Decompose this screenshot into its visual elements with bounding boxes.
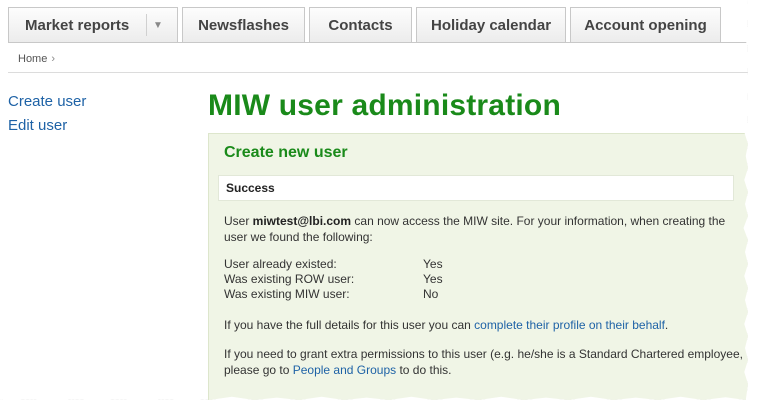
profile-prefix: If you have the full details for this us…: [224, 318, 475, 332]
detail-label: Was existing MIW user:: [224, 287, 350, 301]
detail-value: No: [423, 287, 439, 301]
tab-newsflashes[interactable]: Newsflashes: [182, 7, 305, 42]
people-and-groups-link[interactable]: People and Groups: [293, 363, 396, 377]
tab-holiday-calendar[interactable]: Holiday calendar: [416, 7, 566, 42]
detail-row: Was existing ROW user: Yes: [224, 272, 443, 287]
detail-value: Yes: [423, 272, 443, 286]
chevron-down-icon[interactable]: ▼: [146, 14, 169, 36]
detail-label: User already existed:: [224, 257, 337, 271]
detail-row: Was existing MIW user: No: [224, 287, 443, 302]
tab-label: Newsflashes: [198, 16, 289, 34]
breadcrumb-divider: [8, 72, 748, 73]
page-title: MIW user administration: [208, 89, 561, 122]
tab-label: Contacts: [328, 16, 393, 34]
screenshot-frame: Market reports ▼ Newsflashes Contacts Ho…: [0, 0, 748, 400]
status-text: Success: [226, 181, 275, 195]
sidebar-item-create-user[interactable]: Create user: [8, 90, 86, 114]
permissions-message: If you need to grant extra permissions t…: [224, 346, 744, 378]
breadcrumb: Home ›: [18, 53, 55, 65]
tab-label: Market reports: [25, 16, 130, 34]
top-nav-tabs: Market reports ▼ Newsflashes Contacts Ho…: [8, 7, 721, 43]
message-prefix: User: [224, 214, 253, 228]
sidebar-nav: Create user Edit user: [8, 90, 86, 138]
permissions-suffix: to do this.: [396, 363, 452, 377]
detail-row: User already existed: Yes: [224, 257, 443, 272]
confirmation-message: User miwtest@lbi.com can now access the …: [224, 213, 744, 245]
breadcrumb-home-link[interactable]: Home: [18, 53, 47, 65]
panel-title: Create new user: [224, 144, 348, 161]
tab-label: Account opening: [584, 16, 707, 34]
tab-label: Holiday calendar: [430, 16, 552, 34]
status-message-box: Success: [218, 175, 734, 201]
detail-label: Was existing ROW user:: [224, 272, 355, 286]
breadcrumb-separator: ›: [51, 53, 56, 65]
user-check-details: User already existed: Yes Was existing R…: [224, 257, 443, 302]
sidebar-item-edit-user[interactable]: Edit user: [8, 114, 86, 138]
profile-suffix: .: [664, 318, 669, 332]
create-user-panel: Create new user Success User miwtest@lbi…: [208, 133, 748, 400]
tab-divider: [8, 42, 748, 43]
detail-value: Yes: [423, 257, 443, 271]
tab-contacts[interactable]: Contacts: [309, 7, 412, 42]
complete-profile-link[interactable]: complete their profile on their behalf: [474, 318, 665, 332]
tab-market-reports[interactable]: Market reports ▼: [8, 7, 178, 42]
user-email: miwtest@lbi.com: [252, 214, 352, 228]
tab-account-opening[interactable]: Account opening: [570, 7, 721, 42]
profile-message: If you have the full details for this us…: [224, 317, 744, 333]
